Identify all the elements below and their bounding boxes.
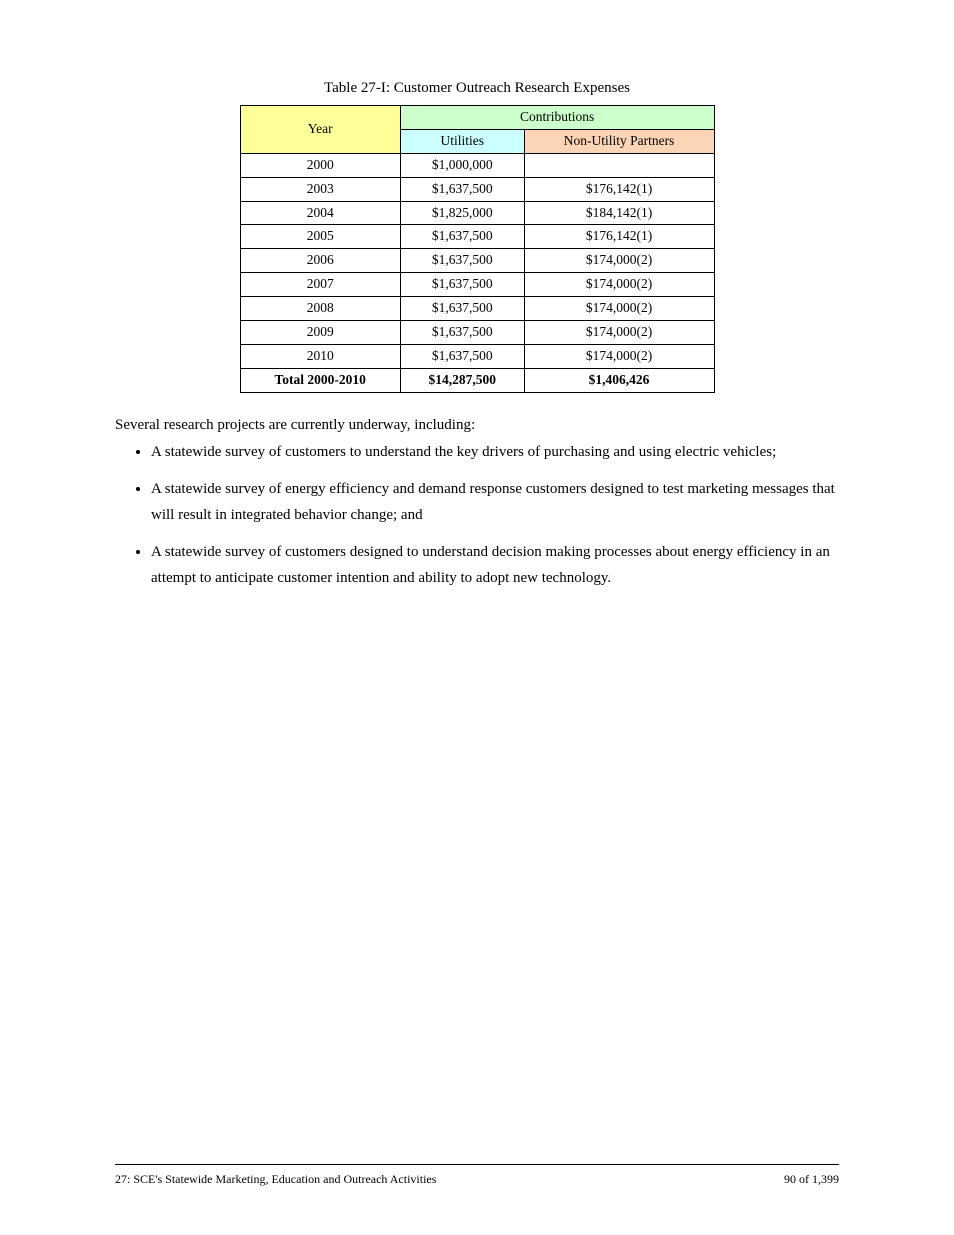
table-caption: Table 27-I: Customer Outreach Research E…	[115, 80, 839, 97]
cell-utilities: $1,825,000	[400, 201, 524, 225]
list-item-text: A statewide survey of energy efficiency …	[151, 481, 835, 523]
table-row: 2009 $1,637,500 $174,000(2)	[240, 320, 714, 344]
list-item-text: A statewide survey of customers to under…	[151, 444, 776, 460]
cell-partners: $174,000(2)	[524, 344, 714, 368]
cell-utilities-total: $14,287,500	[400, 368, 524, 392]
footer-rule	[115, 1164, 839, 1165]
cell-partners: $174,000(2)	[524, 320, 714, 344]
cell-year: 2007	[240, 273, 400, 297]
cell-partners: $174,000(2)	[524, 249, 714, 273]
table-row: 2008 $1,637,500 $174,000(2)	[240, 297, 714, 321]
table-row: 2003 $1,637,500 $176,142(1)	[240, 177, 714, 201]
cell-partners: $174,000(2)	[524, 273, 714, 297]
table-row: 2007 $1,637,500 $174,000(2)	[240, 273, 714, 297]
cell-utilities: $1,637,500	[400, 249, 524, 273]
cell-utilities: $1,637,500	[400, 177, 524, 201]
footer-right: 90 of 1,399	[784, 1172, 839, 1187]
table-row: 2010 $1,637,500 $174,000(2)	[240, 344, 714, 368]
bullet-list: A statewide survey of customers to under…	[151, 440, 839, 592]
expenses-table: Year Contributions Utilities Non-Utility…	[240, 105, 715, 393]
cell-year: 2000	[240, 153, 400, 177]
col-header-partners: Non-Utility Partners	[524, 129, 714, 153]
list-item: A statewide survey of customers to under…	[151, 440, 839, 466]
cell-year: 2005	[240, 225, 400, 249]
outline-label: Several research projects are currently …	[115, 417, 839, 434]
cell-partners	[524, 153, 714, 177]
cell-year: 2003	[240, 177, 400, 201]
col-header-year: Year	[240, 106, 400, 154]
cell-year: 2006	[240, 249, 400, 273]
table-row: 2005 $1,637,500 $176,142(1)	[240, 225, 714, 249]
cell-year: 2010	[240, 344, 400, 368]
cell-utilities: $1,637,500	[400, 225, 524, 249]
footer-left: 27: SCE's Statewide Marketing, Education…	[115, 1172, 436, 1187]
cell-year: 2009	[240, 320, 400, 344]
cell-partners: $174,000(2)	[524, 297, 714, 321]
cell-partners: $184,142(1)	[524, 201, 714, 225]
cell-utilities: $1,637,500	[400, 273, 524, 297]
cell-partners: $176,142(1)	[524, 177, 714, 201]
list-item-text: A statewide survey of customers designed…	[151, 544, 830, 586]
cell-utilities: $1,637,500	[400, 344, 524, 368]
col-header-utilities: Utilities	[400, 129, 524, 153]
table-row: 2000 $1,000,000	[240, 153, 714, 177]
cell-year: 2004	[240, 201, 400, 225]
col-header-contributions: Contributions	[400, 106, 714, 130]
list-item: A statewide survey of energy efficiency …	[151, 477, 839, 528]
cell-utilities: $1,000,000	[400, 153, 524, 177]
cell-year-total: Total 2000-2010	[240, 368, 400, 392]
cell-utilities: $1,637,500	[400, 297, 524, 321]
cell-partners-total: $1,406,426	[524, 368, 714, 392]
cell-year: 2008	[240, 297, 400, 321]
list-item: A statewide survey of customers designed…	[151, 540, 839, 591]
table-row: 2006 $1,637,500 $174,000(2)	[240, 249, 714, 273]
table-row: 2004 $1,825,000 $184,142(1)	[240, 201, 714, 225]
table-row-total: Total 2000-2010 $14,287,500 $1,406,426	[240, 368, 714, 392]
cell-utilities: $1,637,500	[400, 320, 524, 344]
cell-partners: $176,142(1)	[524, 225, 714, 249]
